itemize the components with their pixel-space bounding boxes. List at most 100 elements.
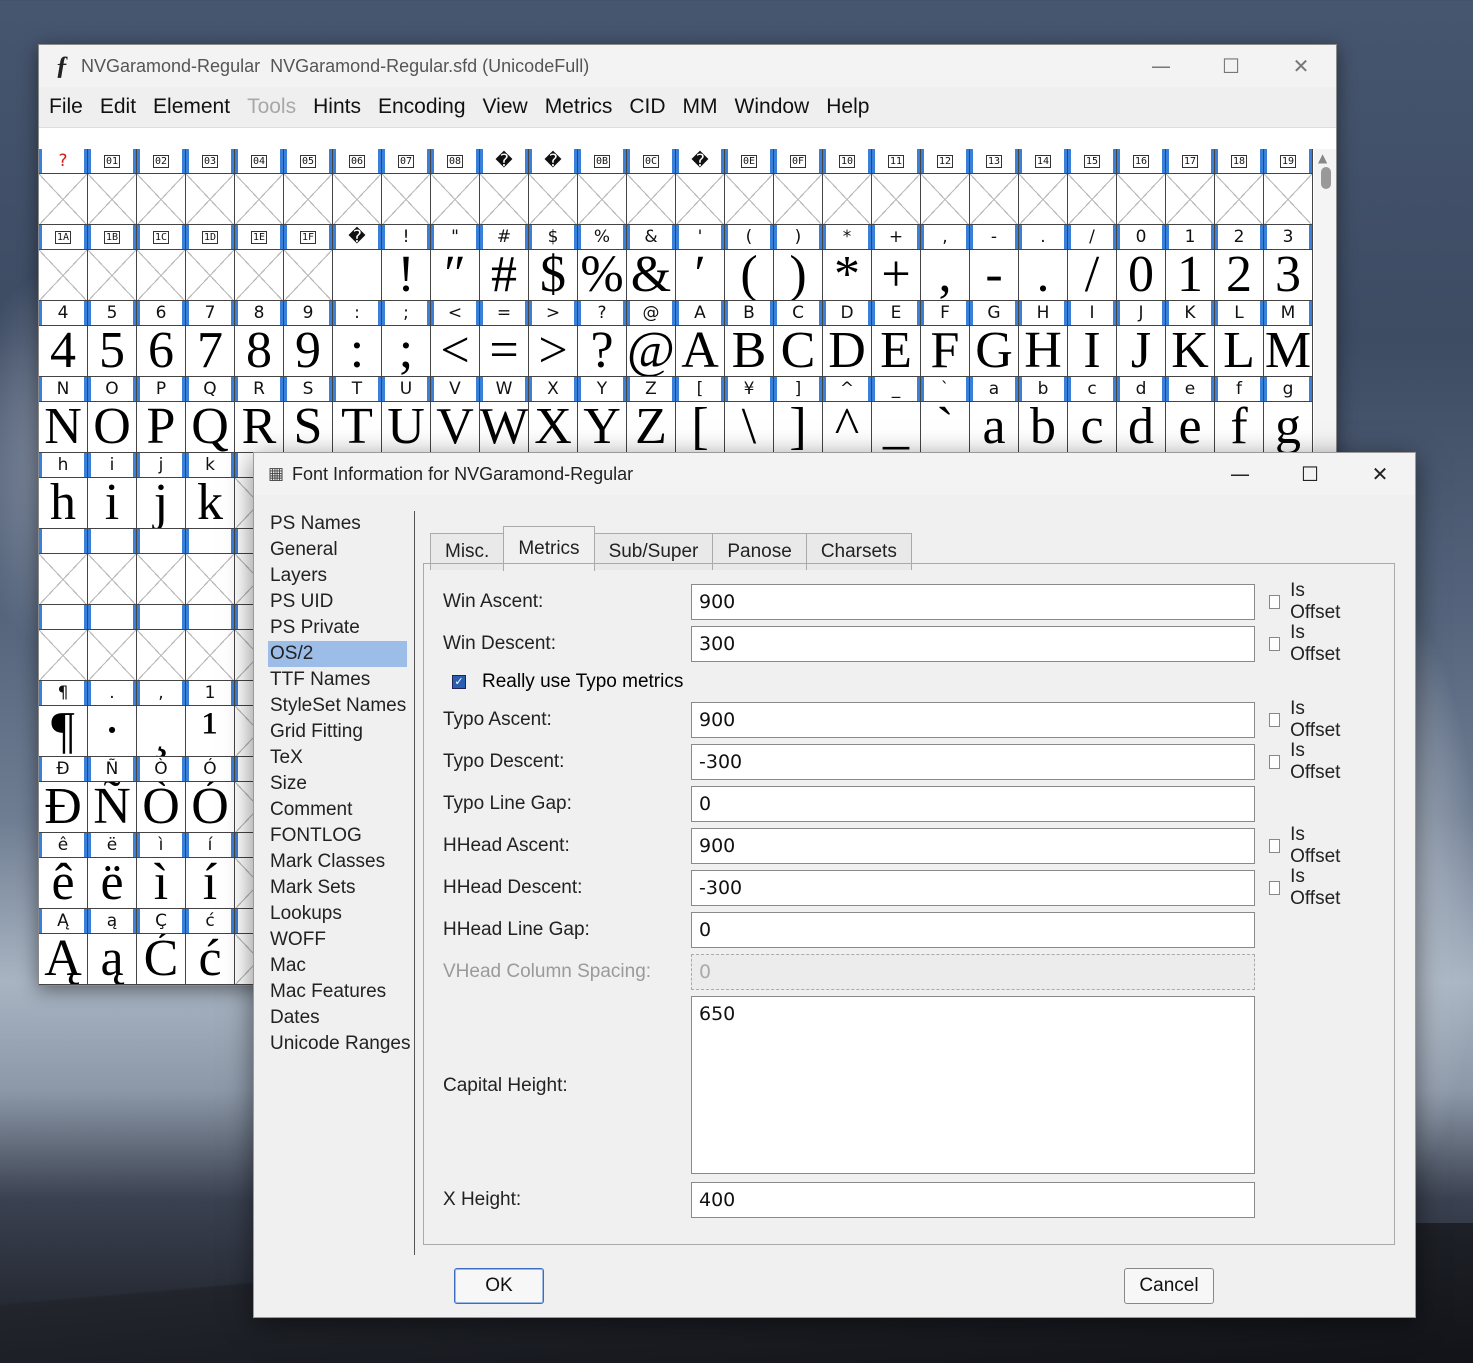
ok-button[interactable]: OK — [454, 1268, 544, 1304]
glyph-cell[interactable]: < < — [431, 301, 480, 377]
section-item-general[interactable]: General — [268, 537, 418, 563]
menu-view[interactable]: View — [483, 95, 528, 119]
glyph-cell[interactable]: _ _ — [872, 377, 921, 453]
glyph-cell[interactable]: 99 — [284, 301, 333, 377]
glyph-cell[interactable]: êê — [39, 833, 88, 909]
glyph-cell[interactable] — [186, 605, 235, 681]
menu-hints[interactable]: Hints — [313, 95, 361, 119]
section-item-grid-fitting[interactable]: Grid Fitting — [268, 719, 418, 745]
glyph-cell[interactable]: FF — [921, 301, 970, 377]
minimize-icon[interactable]: — — [1205, 453, 1275, 495]
section-item-unicode-ranges[interactable]: Unicode Ranges — [268, 1031, 418, 1057]
glyph-cell[interactable]: 06 — [333, 149, 382, 225]
section-item-mark-sets[interactable]: Mark Sets — [268, 875, 418, 901]
glyph-cell[interactable]: ^ ^ — [823, 377, 872, 453]
glyph-cell[interactable]: ÇĆ — [137, 909, 186, 985]
typo-ascent-is-offset[interactable]: Is Offset — [1269, 698, 1343, 741]
glyph-cell[interactable]: ÐÐ — [39, 757, 88, 833]
glyph-cell[interactable]: 04 — [235, 149, 284, 225]
maximize-icon[interactable]: ☐ — [1275, 453, 1345, 495]
glyph-cell[interactable]: gg — [1264, 377, 1313, 453]
section-item-mark-classes[interactable]: Mark Classes — [268, 849, 418, 875]
glyph-cell[interactable]: AA — [676, 301, 725, 377]
glyph-cell[interactable]: -- — [970, 225, 1019, 301]
checkmark-icon[interactable]: ✓ — [452, 675, 466, 689]
glyph-cell[interactable]: 08 — [431, 149, 480, 225]
menu-element[interactable]: Element — [153, 95, 230, 119]
glyph-cell[interactable]: RR — [235, 377, 284, 453]
glyph-cell[interactable]: [[ — [676, 377, 725, 453]
hhead-descent-is-offset[interactable]: Is Offset — [1269, 866, 1343, 909]
glyph-cell[interactable]: CC — [774, 301, 823, 377]
glyph-cell[interactable]: BB — [725, 301, 774, 377]
section-item-layers[interactable]: Layers — [268, 563, 418, 589]
menu-help[interactable]: Help — [826, 95, 869, 119]
glyph-cell[interactable]: ff — [1215, 377, 1264, 453]
glyph-cell[interactable]: $ $ — [529, 225, 578, 301]
glyph-cell[interactable]: QQ — [186, 377, 235, 453]
cancel-button[interactable]: Cancel — [1124, 1268, 1214, 1304]
glyph-cell[interactable]: :: — [333, 301, 382, 377]
typo-descent-is-offset[interactable]: Is Offset — [1269, 740, 1343, 783]
glyph-cell[interactable]: + + — [872, 225, 921, 301]
glyph-cell[interactable] — [39, 529, 88, 605]
glyph-cell[interactable]: > > — [529, 301, 578, 377]
glyph-cell[interactable]: ìì — [137, 833, 186, 909]
glyph-cell[interactable]: 1D — [186, 225, 235, 301]
glyph-cell[interactable]: DD — [823, 301, 872, 377]
glyph-cell[interactable]: EE — [872, 301, 921, 377]
glyph-cell[interactable]: 10 — [823, 149, 872, 225]
glyph-cell[interactable]: 1F — [284, 225, 333, 301]
win-descent-input[interactable]: 300 — [691, 626, 1255, 662]
section-item-styleset-names[interactable]: StyleSet Names — [268, 693, 418, 719]
section-item-woff[interactable]: WOFF — [268, 927, 418, 953]
section-item-comment[interactable]: Comment — [268, 797, 418, 823]
section-item-size[interactable]: Size — [268, 771, 418, 797]
section-item-ttf-names[interactable]: TTF Names — [268, 667, 418, 693]
glyph-cell[interactable] — [186, 529, 235, 605]
glyph-cell[interactable]: ]] — [774, 377, 823, 453]
glyph-cell[interactable]: 00 — [1117, 225, 1166, 301]
glyph-cell[interactable]: (( — [725, 225, 774, 301]
hhead-ascent-input[interactable]: 900 — [691, 828, 1255, 864]
glyph-cell[interactable]: @ @ — [627, 301, 676, 377]
maximize-icon[interactable]: ☐ — [1196, 45, 1266, 87]
menu-metrics[interactable]: Metrics — [545, 95, 613, 119]
glyph-cell[interactable]: UU — [382, 377, 431, 453]
glyph-cell[interactable]: SS — [284, 377, 333, 453]
glyph-cell[interactable]: PP — [137, 377, 186, 453]
menu-encoding[interactable]: Encoding — [378, 95, 466, 119]
glyph-cell[interactable]: � — [480, 149, 529, 225]
glyph-cell[interactable]: 03 — [186, 149, 235, 225]
glyph-cell[interactable]: ąą — [88, 909, 137, 985]
glyph-cell[interactable]: KK — [1166, 301, 1215, 377]
section-item-lookups[interactable]: Lookups — [268, 901, 418, 927]
close-icon[interactable]: ✕ — [1345, 453, 1415, 495]
checkbox-icon[interactable] — [1269, 713, 1281, 727]
scroll-up-icon[interactable]: ▲ — [1318, 151, 1327, 165]
really-use-typo-checkbox[interactable]: ✓ Really use Typo metrics — [452, 664, 683, 700]
glyph-cell[interactable]: 05 — [284, 149, 333, 225]
glyph-cell[interactable]: 16 — [1117, 149, 1166, 225]
glyph-cell[interactable]: ¥ \ — [725, 377, 774, 453]
glyph-cell[interactable]: .. — [1019, 225, 1068, 301]
glyph-cell[interactable]: , ¸ — [137, 681, 186, 757]
glyph-cell[interactable]: 01 — [88, 149, 137, 225]
checkbox-icon[interactable] — [1269, 637, 1281, 651]
glyph-cell[interactable]: ZZ — [627, 377, 676, 453]
section-item-ps-private[interactable]: PS Private — [268, 615, 418, 641]
glyph-cell[interactable]: " ″ — [431, 225, 480, 301]
glyph-cell[interactable]: 88 — [235, 301, 284, 377]
glyph-cell[interactable]: ÓÓ — [186, 757, 235, 833]
close-icon[interactable]: ✕ — [1266, 45, 1336, 87]
win-ascent-is-offset[interactable]: Is Offset — [1269, 580, 1343, 623]
glyph-cell[interactable]: 13 — [970, 149, 1019, 225]
glyph-cell[interactable]: ÑÑ — [88, 757, 137, 833]
glyph-cell[interactable] — [137, 529, 186, 605]
glyph-cell[interactable] — [88, 529, 137, 605]
x-height-input[interactable]: 400 — [691, 1182, 1255, 1218]
section-item-ps-names[interactable]: PS Names — [268, 511, 418, 537]
glyph-cell[interactable]: 19 — [1264, 149, 1313, 225]
scroll-thumb[interactable] — [1321, 167, 1331, 189]
glyph-cell[interactable]: %% — [578, 225, 627, 301]
